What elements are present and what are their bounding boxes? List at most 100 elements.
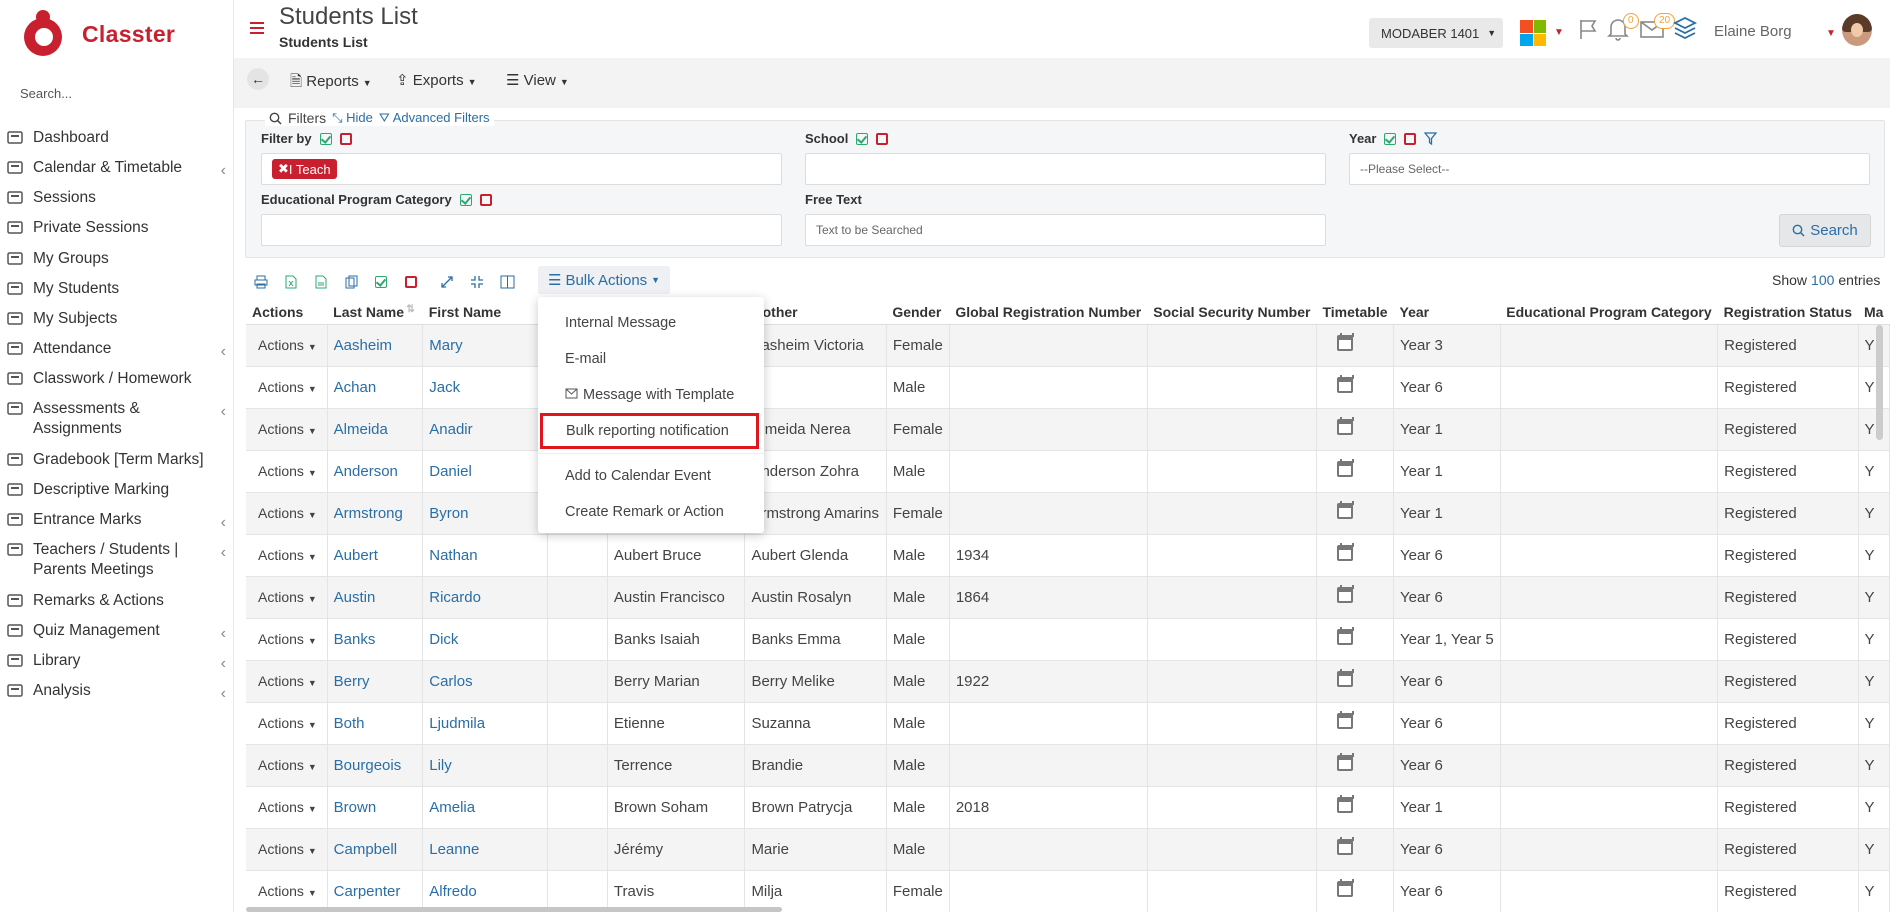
entries-count-select[interactable]: 100: [1811, 272, 1834, 288]
last-cell[interactable]: Brown: [327, 786, 424, 829]
row-actions-button[interactable]: Actions ▼: [252, 715, 317, 731]
last-cell[interactable]: Achan: [327, 366, 424, 409]
column-header[interactable]: Registration Status: [1717, 300, 1858, 325]
select-all-button[interactable]: [366, 270, 396, 294]
year-select[interactable]: --Please Select--: [1349, 153, 1870, 185]
funnel-icon[interactable]: [1424, 132, 1438, 145]
layers-icon[interactable]: [1672, 16, 1698, 42]
last-cell[interactable]: Banks: [327, 618, 424, 661]
sidebar-item-sessions[interactable]: Sessions: [0, 188, 234, 208]
menu-item-message-with-template[interactable]: Message with Template: [538, 377, 764, 413]
row-actions-button[interactable]: Actions ▼: [252, 337, 317, 353]
last-cell[interactable]: Armstrong: [327, 492, 424, 535]
select-all-check-icon[interactable]: [856, 132, 869, 145]
last-cell[interactable]: Bourgeois: [327, 744, 424, 787]
filter-by-field[interactable]: ✖ I Teach: [261, 153, 782, 185]
sort-icon[interactable]: ⇅: [406, 304, 414, 315]
row-actions-button[interactable]: Actions ▼: [252, 841, 317, 857]
first-cell[interactable]: Carlos: [422, 660, 548, 703]
menu-item-add-to-calendar-event[interactable]: Add to Calendar Event: [538, 458, 764, 494]
calendar-icon[interactable]: [1336, 417, 1354, 435]
column-header[interactable]: Gender: [886, 300, 950, 325]
user-name[interactable]: Elaine Borg: [1714, 23, 1792, 40]
csv-button[interactable]: [306, 270, 336, 294]
row-actions-button[interactable]: Actions ▼: [252, 757, 317, 773]
excel-button[interactable]: [276, 270, 306, 294]
print-button[interactable]: [246, 270, 276, 294]
sidebar-item-entrance-marks[interactable]: Entrance Marks ‹: [0, 510, 234, 531]
calendar-icon[interactable]: [1336, 501, 1354, 519]
first-cell[interactable]: Anadir: [422, 408, 548, 451]
search-button[interactable]: Search: [1779, 214, 1871, 247]
first-cell[interactable]: Nathan: [422, 534, 548, 577]
free-text-input[interactable]: Text to be Searched: [805, 214, 1326, 246]
first-cell[interactable]: Dick: [422, 618, 548, 661]
sidebar-search-input[interactable]: Search...: [20, 86, 72, 101]
row-actions-button[interactable]: Actions ▼: [252, 589, 317, 605]
first-cell[interactable]: Amelia: [422, 786, 548, 829]
sidebar-item-classwork-homework[interactable]: Classwork / Homework: [0, 369, 234, 389]
remove-tag-icon[interactable]: ✖: [278, 161, 289, 177]
menu-item-bulk-reporting-notification[interactable]: Bulk reporting notification: [540, 413, 759, 449]
clear-square-icon[interactable]: [1404, 132, 1417, 145]
view-dropdown[interactable]: ☰ View ▼: [506, 71, 569, 89]
logo[interactable]: Classter: [20, 10, 175, 58]
sidebar-item-gradebook-term-marks[interactable]: Gradebook [Term Marks]: [0, 450, 234, 470]
school-field[interactable]: [805, 153, 1326, 185]
sidebar-item-quiz-management[interactable]: Quiz Management ‹: [0, 621, 234, 644]
back-arrow-icon[interactable]: ←: [247, 68, 269, 90]
sidebar-item-my-groups[interactable]: My Groups: [0, 249, 234, 269]
first-cell[interactable]: Lily: [422, 744, 548, 787]
calendar-icon[interactable]: [1336, 333, 1354, 351]
menu-item-e-mail[interactable]: E-mail: [538, 341, 764, 377]
column-header[interactable]: Actions: [246, 300, 328, 325]
column-header[interactable]: Educational Program Category: [1500, 300, 1718, 325]
last-cell[interactable]: Carpenter: [327, 870, 424, 912]
column-header[interactable]: First Name: [422, 300, 548, 325]
calendar-icon[interactable]: [1336, 627, 1354, 645]
select-all-check-icon[interactable]: [1384, 132, 1397, 145]
caret-down-icon[interactable]: ▼: [1826, 28, 1836, 39]
sidebar-item-descriptive-marking[interactable]: Descriptive Marking: [0, 480, 234, 500]
calendar-icon[interactable]: [1336, 711, 1354, 729]
sidebar-item-private-sessions[interactable]: Private Sessions: [0, 218, 234, 238]
sidebar-item-my-students[interactable]: My Students: [0, 279, 234, 299]
calendar-icon[interactable]: [1336, 879, 1354, 897]
deselect-button[interactable]: [396, 270, 426, 294]
last-cell[interactable]: Anderson: [327, 450, 424, 493]
last-cell[interactable]: Almeida: [327, 408, 424, 451]
epc-field[interactable]: [261, 214, 782, 246]
sidebar-item-remarks-actions[interactable]: Remarks & Actions: [0, 591, 234, 611]
advanced-filters-link[interactable]: ⛛ Advanced Filters: [379, 110, 490, 126]
calendar-icon[interactable]: [1336, 669, 1354, 687]
reports-dropdown[interactable]: 🗎 Reports ▼: [290, 71, 372, 96]
exports-dropdown[interactable]: ⇪ Exports ▼: [396, 71, 477, 89]
clear-square-icon[interactable]: [339, 132, 352, 145]
last-cell[interactable]: Aasheim: [327, 324, 424, 367]
chevron-left-icon[interactable]: ‹: [221, 684, 226, 704]
row-actions-button[interactable]: Actions ▼: [252, 799, 317, 815]
sidebar-item-analysis[interactable]: Analysis ‹: [0, 681, 234, 704]
chevron-left-icon[interactable]: ‹: [221, 624, 226, 644]
column-header[interactable]: Mother: [744, 300, 887, 325]
column-header[interactable]: Social Security Number: [1147, 300, 1317, 325]
last-cell[interactable]: Aubert: [327, 534, 424, 577]
last-cell[interactable]: Austin: [327, 576, 424, 619]
sidebar-item-attendance[interactable]: Attendance ‹: [0, 339, 234, 362]
sidebar-item-assessments-assignments[interactable]: Assessments & Assignments ‹: [0, 399, 234, 439]
last-cell[interactable]: Berry: [327, 660, 424, 703]
column-header[interactable]: Last Name ⇅: [327, 300, 423, 325]
select-all-check-icon[interactable]: [319, 132, 332, 145]
first-cell[interactable]: Jack: [422, 366, 548, 409]
hamburger-menu-icon[interactable]: [250, 22, 264, 34]
calendar-icon[interactable]: [1336, 585, 1354, 603]
menu-item-internal-message[interactable]: Internal Message: [538, 305, 764, 341]
calendar-icon[interactable]: [1336, 753, 1354, 771]
row-actions-button[interactable]: Actions ▼: [252, 379, 317, 395]
first-cell[interactable]: Leanne: [422, 828, 548, 871]
chevron-left-icon[interactable]: ‹: [221, 543, 226, 563]
chevron-left-icon[interactable]: ‹: [221, 342, 226, 362]
avatar[interactable]: [1842, 14, 1872, 46]
column-header[interactable]: Global Registration Number: [949, 300, 1148, 325]
chevron-left-icon[interactable]: ‹: [221, 161, 226, 181]
